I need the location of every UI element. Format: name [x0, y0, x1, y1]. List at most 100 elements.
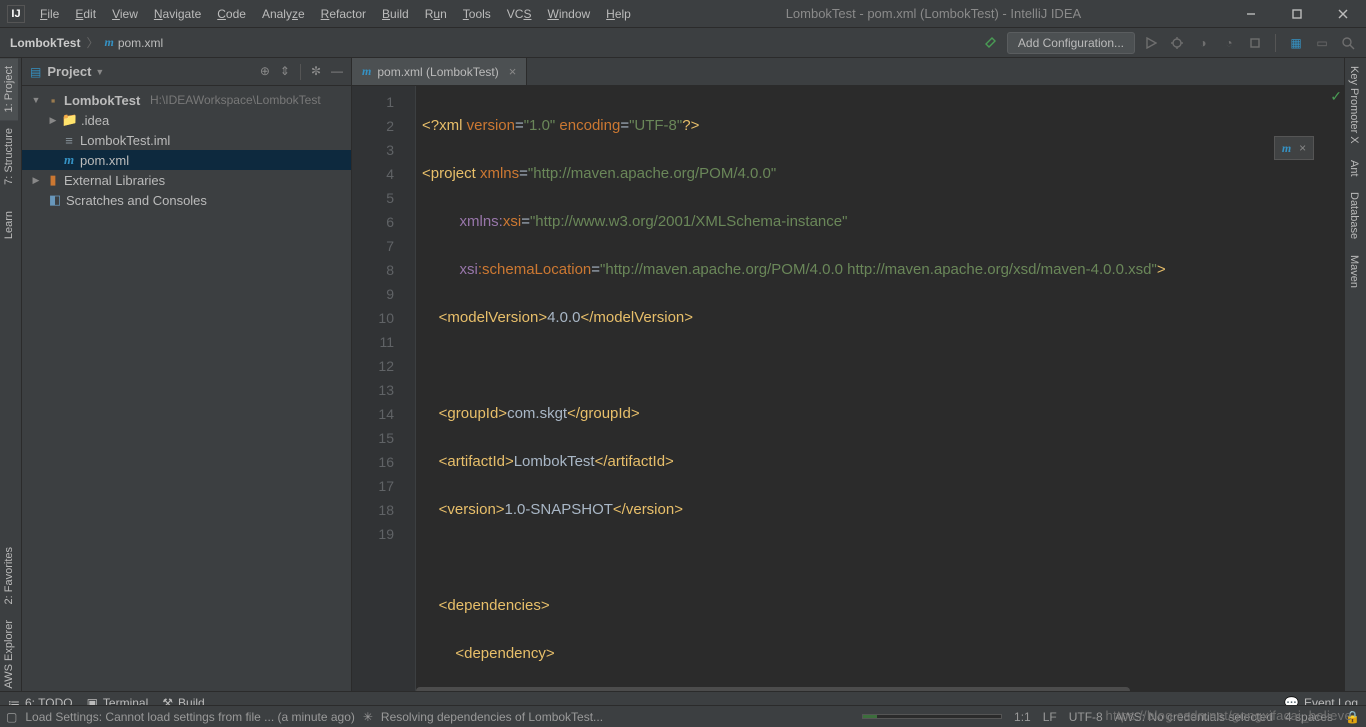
tree-iml-file[interactable]: ≡ LombokTest.iml [22, 130, 351, 150]
tree-scratches[interactable]: ◧ Scratches and Consoles [22, 190, 351, 210]
status-aws[interactable]: AWS: No credentials selected [1115, 710, 1273, 724]
tool-aws-explorer[interactable]: AWS Explorer [0, 612, 18, 697]
tool-maven[interactable]: Maven [1345, 247, 1363, 296]
nav-toolbar: LombokTest 〉 mpom.xml Add Configuration.… [0, 28, 1366, 58]
maven-icon: m [104, 35, 113, 50]
tree-label: .idea [81, 113, 109, 128]
editor-tabs: m pom.xml (LombokTest) × [352, 58, 1344, 86]
file-icon: ≡ [61, 133, 77, 148]
tool-keypromoter[interactable]: Key Promoter X [1345, 58, 1363, 152]
coverage-icon[interactable]: ◑ [1193, 33, 1213, 53]
menu-window[interactable]: Window [539, 3, 598, 25]
main-menu: File Edit View Navigate Code Analyze Ref… [32, 3, 639, 25]
status-line-sep[interactable]: LF [1043, 710, 1057, 724]
separator [300, 64, 301, 80]
breadcrumb: LombokTest 〉 mpom.xml [0, 34, 163, 51]
window-title: LombokTest - pom.xml (LombokTest) - Inte… [639, 6, 1228, 21]
tree-label: LombokTest [64, 93, 140, 108]
project-panel-header: ▤ Project ▼ ⊕ ⇕ ✼ — [22, 58, 351, 86]
project-panel-title[interactable]: Project ▼ [47, 64, 104, 79]
tree-idea-folder[interactable]: ▶ 📁 .idea [22, 110, 351, 130]
error-stripe: ✓ [1332, 86, 1344, 697]
fold-gutter [402, 86, 416, 697]
menu-edit[interactable]: Edit [67, 3, 104, 25]
menu-view[interactable]: View [104, 3, 146, 25]
tree-label: pom.xml [80, 153, 129, 168]
expand-icon[interactable]: ▶ [47, 115, 59, 126]
tool-learn[interactable]: Learn [0, 203, 18, 247]
status-indent[interactable]: 4 spaces [1285, 710, 1333, 724]
maven-icon: m [1282, 141, 1291, 156]
menu-code[interactable]: Code [209, 3, 254, 25]
breadcrumb-project[interactable]: LombokTest [10, 36, 80, 50]
menu-vcs[interactable]: VCS [499, 3, 540, 25]
project-panel: ▤ Project ▼ ⊕ ⇕ ✼ — ▼ ▪ LombokTest H:\ID… [22, 58, 352, 697]
expand-icon[interactable]: ▼ [30, 95, 42, 105]
scratch-icon: ◧ [47, 192, 63, 208]
tree-label: Scratches and Consoles [66, 193, 207, 208]
build-hammer-icon[interactable] [981, 33, 1001, 53]
hide-icon[interactable]: — [331, 64, 343, 80]
analysis-ok-icon: ✓ [1330, 88, 1342, 105]
search-icon[interactable] [1338, 33, 1358, 53]
tool-project[interactable]: 1: Project [0, 58, 18, 120]
project-tree: ▼ ▪ LombokTest H:\IDEAWorkspace\LombokTe… [22, 86, 351, 214]
lock-icon[interactable]: 🔒 [1345, 710, 1360, 724]
settings-icon[interactable]: ✼ [311, 64, 321, 80]
layout-icon[interactable]: ▦ [1286, 33, 1306, 53]
tool-database[interactable]: Database [1345, 184, 1363, 247]
maven-icon: m [61, 152, 77, 168]
menu-refactor[interactable]: Refactor [313, 3, 374, 25]
maximize-button[interactable] [1274, 0, 1320, 28]
maven-reload-badge[interactable]: m × [1274, 136, 1314, 160]
expand-icon[interactable]: ▶ [30, 175, 42, 186]
menu-run[interactable]: Run [417, 3, 455, 25]
collapse-icon[interactable]: ⇕ [280, 64, 290, 80]
app-logo: IJ [7, 5, 25, 23]
stop-icon[interactable] [1245, 33, 1265, 53]
tree-project-root[interactable]: ▼ ▪ LombokTest H:\IDEAWorkspace\LombokTe… [22, 90, 351, 110]
line-gutter: 12345678910111213141516171819 [352, 86, 402, 697]
menu-analyze[interactable]: Analyze [254, 3, 313, 25]
menu-help[interactable]: Help [598, 3, 639, 25]
menu-tools[interactable]: Tools [455, 3, 499, 25]
menu-navigate[interactable]: Navigate [146, 3, 209, 25]
spinner-icon: ✳ [363, 710, 373, 724]
minimize-button[interactable] [1228, 0, 1274, 28]
layout2-icon[interactable]: ▭ [1312, 33, 1332, 53]
tree-label: LombokTest.iml [80, 133, 170, 148]
status-loadsettings: Load Settings: Cannot load settings from… [25, 710, 355, 724]
folder-icon: 📁 [62, 112, 78, 128]
code-area[interactable]: 12345678910111213141516171819 <?xml vers… [352, 86, 1344, 697]
left-tool-gutter: 1: Project 7: Structure Learn 2: Favorit… [0, 58, 22, 697]
tool-favorites[interactable]: 2: Favorites [0, 539, 18, 612]
close-button[interactable] [1320, 0, 1366, 28]
breadcrumb-separator: 〉 [86, 34, 98, 51]
tool-ant[interactable]: Ant [1345, 152, 1363, 185]
breadcrumb-file[interactable]: mpom.xml [104, 35, 163, 50]
tree-path: H:\IDEAWorkspace\LombokTest [150, 93, 321, 107]
tool-structure[interactable]: 7: Structure [0, 120, 18, 193]
target-icon[interactable]: ⊕ [260, 64, 270, 80]
tab-close-icon[interactable]: × [509, 64, 517, 79]
close-icon[interactable]: × [1299, 141, 1306, 155]
status-bar: ▢ Load Settings: Cannot load settings fr… [0, 705, 1366, 727]
tree-pom-file[interactable]: m pom.xml [22, 150, 351, 170]
status-window-icon[interactable]: ▢ [6, 710, 17, 724]
add-configuration-button[interactable]: Add Configuration... [1007, 32, 1135, 54]
menu-build[interactable]: Build [374, 3, 417, 25]
tree-label: External Libraries [64, 173, 165, 188]
status-position[interactable]: 1:1 [1014, 710, 1031, 724]
code-content[interactable]: <?xml version="1.0" encoding="UTF-8"?> <… [416, 86, 1344, 697]
progress-bar[interactable] [862, 714, 1002, 719]
editor-tab-pom[interactable]: m pom.xml (LombokTest) × [352, 58, 527, 85]
menu-file[interactable]: File [32, 3, 67, 25]
lib-icon: ▮ [45, 172, 61, 188]
debug-icon[interactable] [1167, 33, 1187, 53]
status-encoding[interactable]: UTF-8 [1069, 710, 1103, 724]
profile-icon[interactable]: ◔ [1219, 33, 1239, 53]
run-icon[interactable] [1141, 33, 1161, 53]
project-panel-icon: ▤ [30, 65, 41, 79]
right-tool-gutter: Key Promoter X Ant Database Maven [1344, 58, 1366, 697]
tree-external-libs[interactable]: ▶ ▮ External Libraries [22, 170, 351, 190]
